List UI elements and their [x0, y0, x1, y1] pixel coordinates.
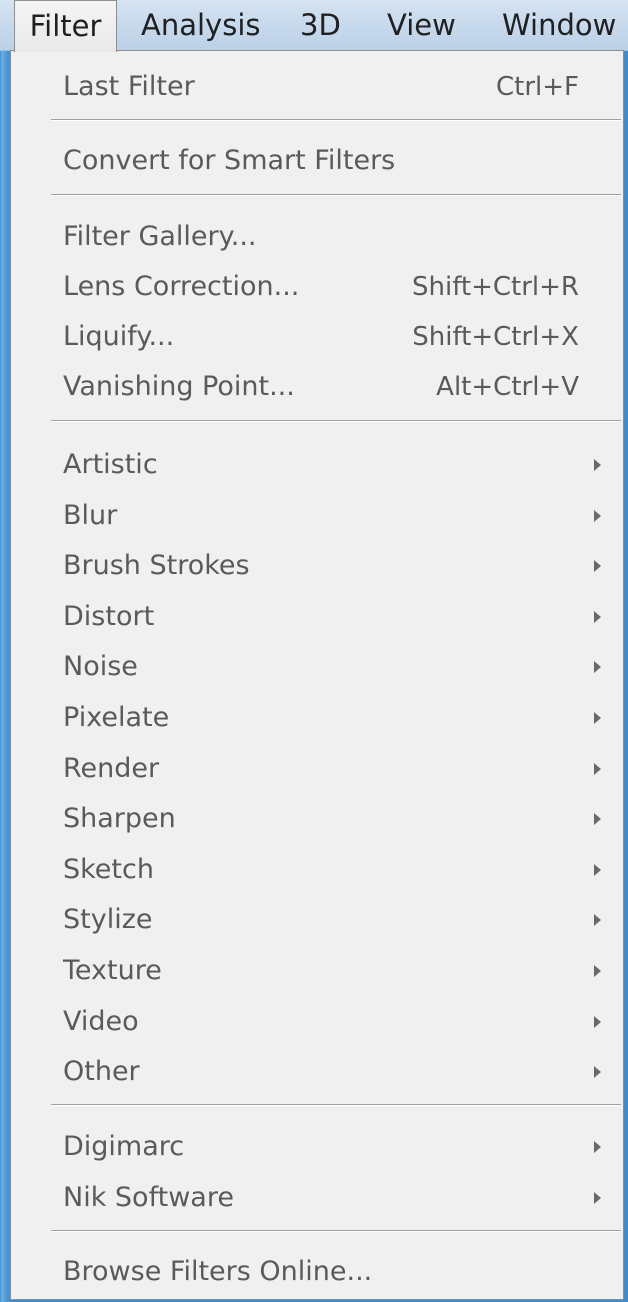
menu-item-brush-strokes[interactable]: Brush Strokes	[11, 541, 623, 591]
menu-item-video[interactable]: Video	[11, 997, 623, 1047]
menu-item-label: Other	[63, 1056, 140, 1087]
submenu-arrow-icon	[594, 864, 601, 876]
submenu-arrow-icon	[594, 914, 601, 926]
menu-item-label: Render	[63, 753, 160, 784]
menu-item-liquify[interactable]: Liquify... Shift+Ctrl+X	[11, 312, 623, 362]
menu-item-label: Artistic	[63, 449, 158, 480]
menu-item-browse-filters-online[interactable]: Browse Filters Online...	[11, 1247, 623, 1297]
menu-item-other[interactable]: Other	[11, 1047, 623, 1097]
menu-item-label: Video	[63, 1006, 139, 1037]
menu-item-label: Pixelate	[63, 702, 170, 733]
menu-item-nik-software[interactable]: Nik Software	[11, 1173, 623, 1223]
menu-item-lens-correction[interactable]: Lens Correction... Shift+Ctrl+R	[11, 262, 623, 312]
menu-item-sharpen[interactable]: Sharpen	[11, 794, 623, 844]
submenu-arrow-icon	[594, 1141, 601, 1153]
menubar-3d[interactable]: 3D	[300, 0, 341, 50]
menu-item-shortcut: Shift+Ctrl+X	[412, 322, 579, 352]
menu-item-label: Blur	[63, 500, 118, 531]
submenu-arrow-icon	[594, 661, 601, 673]
submenu-arrow-icon	[594, 611, 601, 623]
submenu-arrow-icon	[594, 1192, 601, 1204]
menu-item-pixelate[interactable]: Pixelate	[11, 693, 623, 743]
menu-item-last-filter[interactable]: Last Filter Ctrl+F	[11, 62, 623, 112]
menu-separator	[51, 1230, 621, 1232]
submenu-arrow-icon	[594, 1066, 601, 1078]
submenu-arrow-icon	[594, 965, 601, 977]
menu-item-render[interactable]: Render	[11, 744, 623, 794]
menu-separator	[51, 194, 621, 196]
menu-item-artistic[interactable]: Artistic	[11, 440, 623, 490]
menu-item-label: Vanishing Point...	[63, 371, 295, 402]
menu-item-noise[interactable]: Noise	[11, 642, 623, 692]
menu-item-texture[interactable]: Texture	[11, 946, 623, 996]
menu-separator	[51, 119, 621, 121]
submenu-arrow-icon	[594, 1016, 601, 1028]
menu-item-label: Texture	[63, 955, 162, 986]
menu-item-label: Sharpen	[63, 803, 176, 834]
menu-item-vanishing-point[interactable]: Vanishing Point... Alt+Ctrl+V	[11, 362, 623, 412]
menu-item-label: Noise	[63, 651, 138, 682]
menu-item-label: Distort	[63, 601, 155, 632]
menu-item-blur[interactable]: Blur	[11, 491, 623, 541]
menu-item-label: Lens Correction...	[63, 271, 300, 302]
menu-item-label: Last Filter	[63, 71, 195, 102]
submenu-arrow-icon	[594, 560, 601, 572]
submenu-arrow-icon	[594, 712, 601, 724]
menu-item-label: Digimarc	[63, 1131, 185, 1162]
menu-item-shortcut: Shift+Ctrl+R	[412, 272, 579, 302]
menu-separator	[51, 420, 621, 422]
menubar-window[interactable]: Window	[502, 0, 616, 50]
menu-item-convert-smart-filters[interactable]: Convert for Smart Filters	[11, 136, 623, 186]
menu-item-sketch[interactable]: Sketch	[11, 845, 623, 895]
menu-item-shortcut: Ctrl+F	[495, 72, 579, 102]
menu-item-label: Nik Software	[63, 1182, 234, 1213]
menu-item-filter-gallery[interactable]: Filter Gallery...	[11, 212, 623, 262]
submenu-arrow-icon	[594, 813, 601, 825]
menubar-filter[interactable]: Filter	[14, 0, 117, 52]
menu-item-label: Filter Gallery...	[63, 221, 257, 252]
menu-separator	[51, 1104, 621, 1106]
menu-item-distort[interactable]: Distort	[11, 592, 623, 642]
menu-item-label: Convert for Smart Filters	[63, 145, 396, 176]
menu-item-label: Sketch	[63, 854, 154, 885]
menu-bar: Filter Analysis 3D View Window	[0, 0, 628, 52]
menu-item-label: Browse Filters Online...	[63, 1256, 373, 1287]
menu-item-label: Stylize	[63, 904, 153, 935]
menu-item-stylize[interactable]: Stylize	[11, 895, 623, 945]
menubar-analysis[interactable]: Analysis	[141, 0, 260, 50]
menu-item-label: Brush Strokes	[63, 550, 250, 581]
menubar-view[interactable]: View	[387, 0, 456, 50]
submenu-arrow-icon	[594, 459, 601, 471]
menu-item-label: Liquify...	[63, 321, 175, 352]
menu-item-digimarc[interactable]: Digimarc	[11, 1122, 623, 1172]
submenu-arrow-icon	[594, 763, 601, 775]
menu-item-shortcut: Alt+Ctrl+V	[436, 372, 579, 402]
filter-menu-dropdown: Last Filter Ctrl+F Convert for Smart Fil…	[10, 50, 624, 1300]
submenu-arrow-icon	[594, 510, 601, 522]
